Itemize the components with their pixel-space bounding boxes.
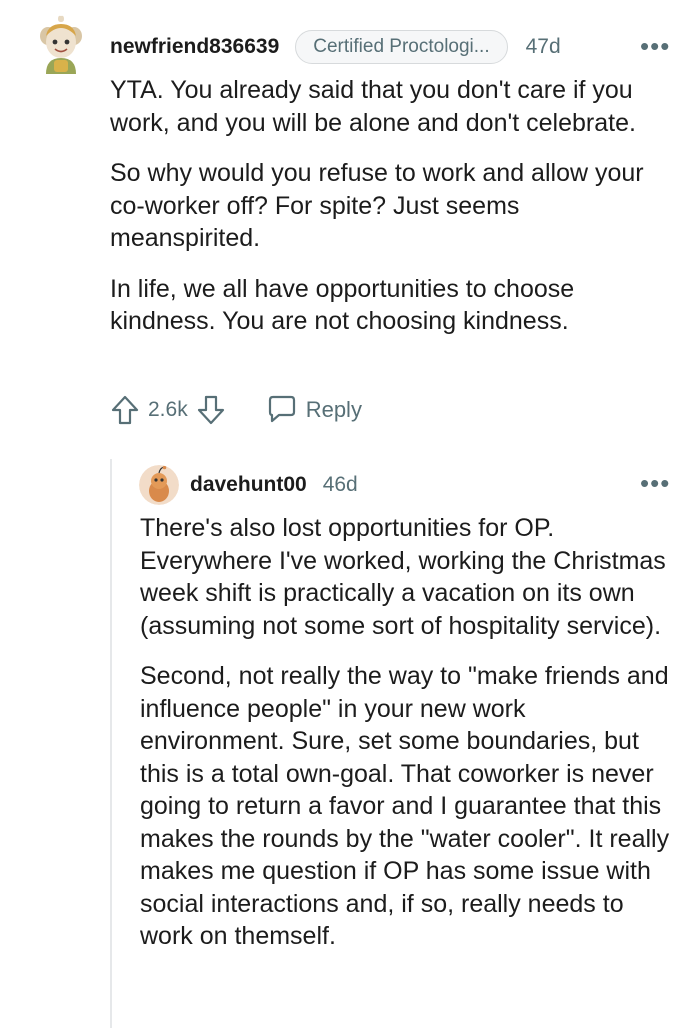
reply-header: davehunt00 46d bbox=[190, 473, 358, 497]
comment-age: 46d bbox=[322, 473, 358, 496]
more-options-icon[interactable]: ••• bbox=[640, 33, 670, 59]
username[interactable]: davehunt00 bbox=[190, 473, 307, 497]
upvote-icon[interactable] bbox=[110, 394, 140, 426]
more-options-icon[interactable]: ••• bbox=[640, 470, 670, 496]
comment-actions: 2.6k Reply bbox=[110, 394, 362, 426]
avatar[interactable] bbox=[139, 465, 179, 505]
comment-header: newfriend836639 Certified Proctologi... … bbox=[110, 30, 561, 64]
comment-body: YTA. You already said that you don't car… bbox=[110, 74, 650, 356]
vote-score: 2.6k bbox=[148, 398, 188, 421]
user-flair: Certified Proctologi... bbox=[295, 30, 508, 64]
reply-body: There's also lost opportunities for OP. … bbox=[140, 512, 670, 971]
comment-paragraph: Second, not really the way to "make frie… bbox=[140, 662, 670, 950]
comment-paragraph: YTA. You already said that you don't car… bbox=[110, 76, 636, 137]
avatar[interactable] bbox=[36, 14, 86, 78]
comment-age: 47d bbox=[525, 35, 561, 58]
reply-icon bbox=[266, 395, 298, 425]
reply-label: Reply bbox=[305, 397, 362, 422]
comment-paragraph: So why would you refuse to work and allo… bbox=[110, 159, 644, 252]
username[interactable]: newfriend836639 bbox=[110, 35, 279, 59]
thread-line[interactable] bbox=[110, 459, 112, 1028]
downvote-icon[interactable] bbox=[196, 394, 226, 426]
reply-button[interactable]: Reply bbox=[266, 395, 362, 425]
comment-paragraph: There's also lost opportunities for OP. … bbox=[140, 514, 666, 640]
comment-paragraph: In life, we all have opportunities to ch… bbox=[110, 274, 575, 336]
